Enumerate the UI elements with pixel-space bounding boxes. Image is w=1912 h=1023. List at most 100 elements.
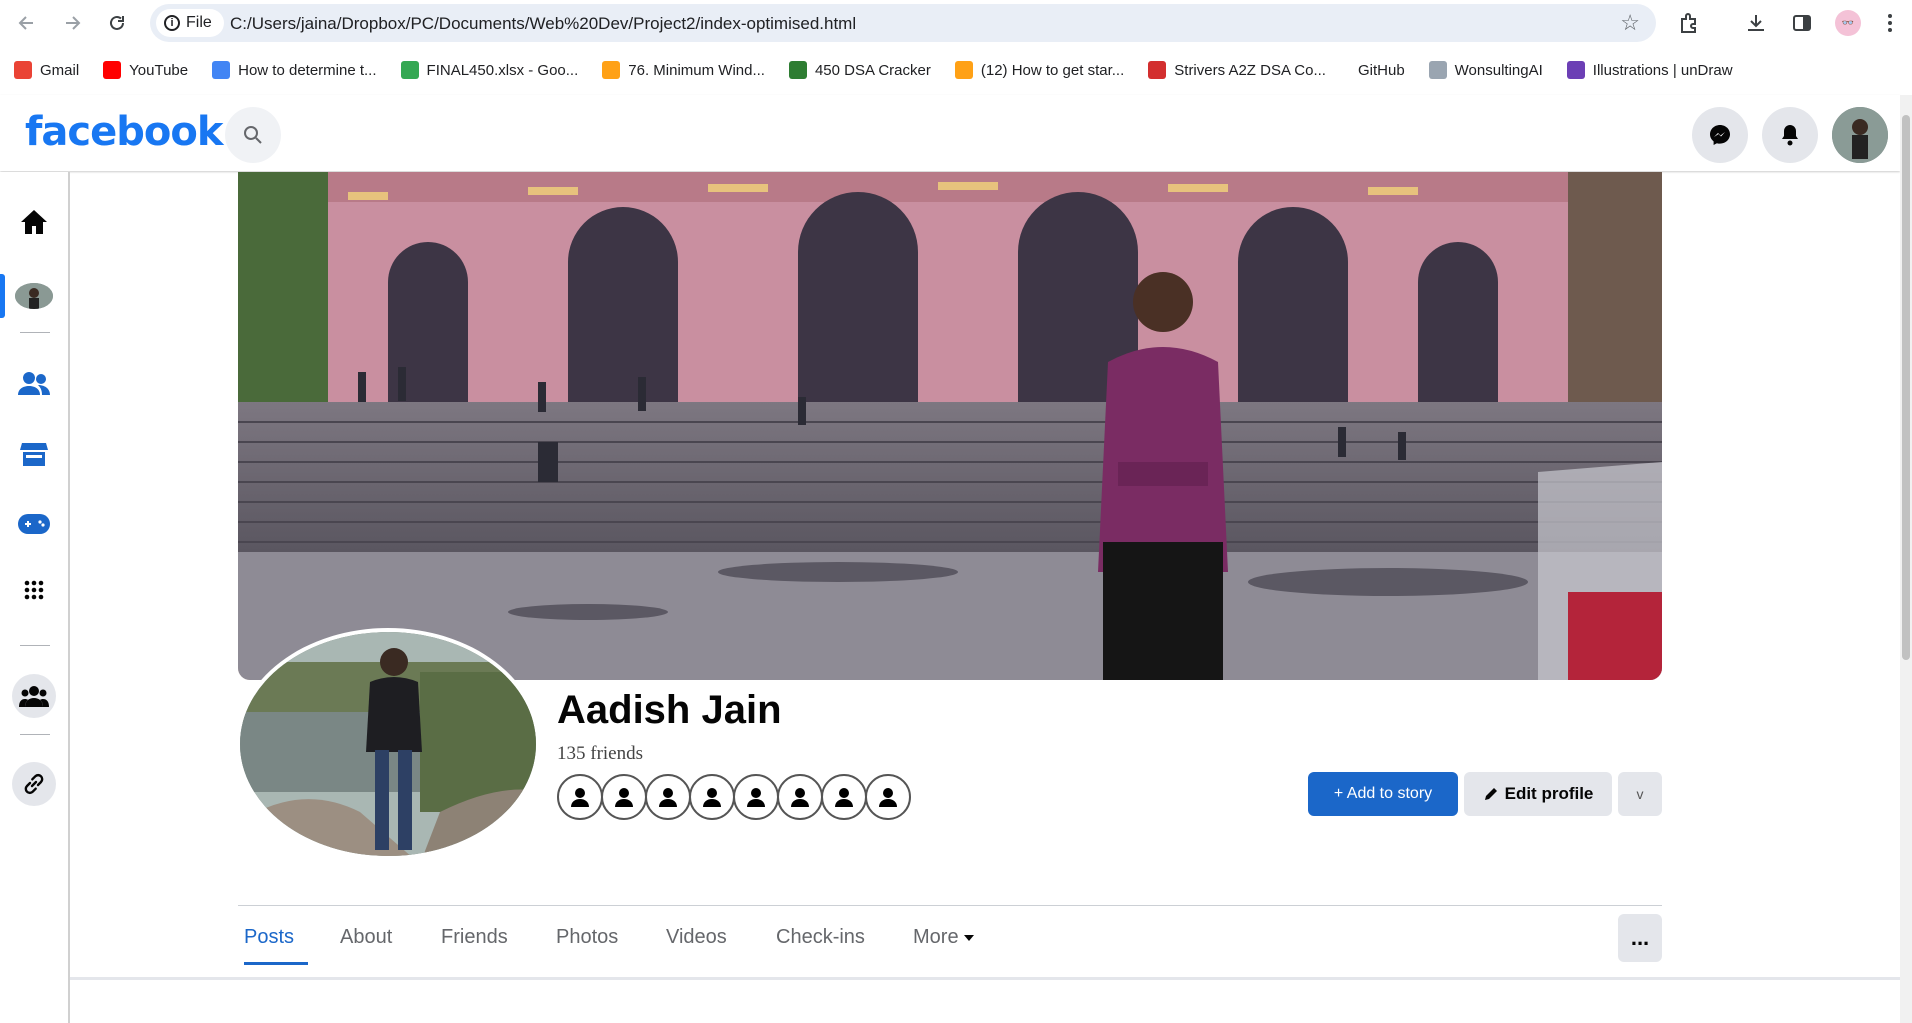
friends-button[interactable] bbox=[10, 360, 58, 408]
notifications-button[interactable] bbox=[1762, 107, 1818, 163]
bookmark-item[interactable]: GitHub bbox=[1350, 61, 1405, 79]
bookmark-item[interactable]: (12) How to get star... bbox=[954, 61, 1124, 79]
reload-button[interactable] bbox=[102, 8, 132, 38]
bookmark-label: 76. Minimum Wind... bbox=[628, 61, 765, 79]
tab-videos[interactable]: Videos bbox=[666, 926, 727, 949]
bookmark-item[interactable]: How to determine t... bbox=[212, 61, 377, 79]
friend-avatar[interactable] bbox=[601, 774, 647, 820]
bookmark-item[interactable]: Illustrations | unDraw bbox=[1566, 61, 1733, 79]
search-button[interactable] bbox=[225, 107, 281, 163]
tab-friends[interactable]: Friends bbox=[441, 926, 508, 949]
tab-more[interactable]: More bbox=[913, 926, 975, 949]
bookmark-item[interactable]: WonsultingAI bbox=[1428, 61, 1543, 79]
person-icon bbox=[879, 788, 897, 807]
bookmark-label: GitHub bbox=[1357, 61, 1405, 79]
scrollbar-thumb[interactable] bbox=[1902, 115, 1910, 660]
friend-avatar[interactable] bbox=[821, 774, 867, 820]
page-scrollbar[interactable] bbox=[1900, 95, 1912, 1023]
link-icon bbox=[24, 773, 44, 795]
pencil-icon bbox=[1484, 788, 1497, 800]
rail-divider bbox=[20, 734, 50, 735]
tab-about[interactable]: About bbox=[340, 926, 392, 949]
friend-avatar[interactable] bbox=[865, 774, 911, 820]
edit-profile-label: Edit profile bbox=[1504, 784, 1594, 803]
messenger-button[interactable] bbox=[1692, 107, 1748, 163]
browser-profile-avatar[interactable]: 👓 bbox=[1834, 9, 1862, 37]
store-icon bbox=[20, 443, 48, 466]
facebook-header: facebook bbox=[0, 95, 1900, 171]
forward-button[interactable] bbox=[57, 8, 87, 38]
person-icon bbox=[571, 788, 589, 807]
add-to-story-button[interactable]: + Add to story bbox=[1308, 772, 1458, 816]
arrow-right-icon bbox=[66, 16, 81, 30]
file-label: File bbox=[186, 14, 212, 31]
profile-options-button[interactable]: v bbox=[1618, 772, 1662, 816]
tab-label: More bbox=[913, 926, 959, 948]
marketplace-button[interactable] bbox=[10, 430, 58, 478]
bookmark-favicon-icon bbox=[1566, 61, 1585, 79]
friend-avatar[interactable] bbox=[557, 774, 603, 820]
bookmark-item[interactable]: Gmail bbox=[14, 61, 79, 79]
tabs-more-options-button[interactable]: ... bbox=[1618, 914, 1662, 962]
account-avatar[interactable] bbox=[1832, 107, 1888, 163]
bookmark-item[interactable]: FINAL450.xlsx - Goo... bbox=[400, 61, 578, 79]
bookmark-item[interactable]: Strivers A2Z DSA Co... bbox=[1148, 61, 1326, 79]
friend-avatars bbox=[557, 774, 911, 820]
bookmark-label: How to determine t... bbox=[238, 61, 377, 79]
home-button[interactable] bbox=[10, 198, 58, 246]
bookmark-label: Gmail bbox=[40, 61, 80, 79]
menu-grid-button[interactable] bbox=[10, 566, 58, 614]
extensions-icon[interactable] bbox=[1676, 9, 1704, 37]
friends-icon bbox=[18, 372, 50, 395]
left-nav-rail bbox=[0, 172, 70, 1023]
friend-avatar[interactable] bbox=[733, 774, 779, 820]
tab-posts[interactable]: Posts bbox=[244, 926, 308, 965]
bookmark-label: Illustrations | unDraw bbox=[1592, 61, 1733, 79]
groups-button[interactable] bbox=[10, 672, 58, 720]
active-indicator bbox=[0, 274, 5, 318]
bookmark-item[interactable]: 450 DSA Cracker bbox=[788, 61, 931, 79]
bookmark-item[interactable]: YouTube bbox=[103, 61, 188, 79]
download-icon[interactable] bbox=[1742, 9, 1770, 37]
browser-menu-icon[interactable] bbox=[1876, 9, 1904, 37]
friend-avatar[interactable] bbox=[645, 774, 691, 820]
person-icon bbox=[659, 788, 677, 807]
friend-avatar[interactable] bbox=[777, 774, 823, 820]
cover-image bbox=[238, 172, 1662, 680]
tab-photos[interactable]: Photos bbox=[556, 926, 618, 949]
friends-count[interactable]: 135 friends bbox=[557, 743, 643, 765]
active-tab-underline bbox=[244, 962, 308, 965]
person-icon bbox=[791, 788, 809, 807]
profile-image bbox=[240, 632, 536, 856]
bookmark-star-icon[interactable]: ☆ bbox=[1620, 10, 1640, 36]
friend-avatar[interactable] bbox=[689, 774, 735, 820]
bookmark-favicon-icon bbox=[788, 61, 807, 79]
tab-check-ins[interactable]: Check-ins bbox=[776, 926, 865, 949]
gaming-button[interactable] bbox=[10, 500, 58, 548]
bookmark-favicon-icon bbox=[1428, 61, 1447, 79]
links-button[interactable] bbox=[10, 760, 58, 808]
bookmark-favicon-icon bbox=[1148, 61, 1167, 79]
bookmark-favicon-icon bbox=[400, 61, 419, 79]
profile-picture[interactable] bbox=[236, 628, 540, 860]
reload-icon bbox=[110, 15, 124, 30]
back-button[interactable] bbox=[12, 8, 42, 38]
bookmark-label: 450 DSA Cracker bbox=[814, 61, 931, 79]
bookmark-item[interactable]: 76. Minimum Wind... bbox=[602, 61, 765, 79]
edit-profile-button[interactable]: Edit profile bbox=[1464, 772, 1612, 816]
site-info-chip[interactable]: i File bbox=[156, 9, 224, 37]
rail-divider bbox=[20, 332, 50, 333]
bookmark-label: Strivers A2Z DSA Co... bbox=[1174, 61, 1326, 79]
profile-name: Aadish Jain bbox=[557, 688, 782, 732]
profile-shortcut[interactable] bbox=[10, 272, 58, 320]
arrow-left-icon bbox=[18, 16, 33, 30]
grid-icon bbox=[24, 580, 44, 600]
tab-label: Posts bbox=[244, 926, 295, 948]
facebook-logo[interactable]: facebook bbox=[25, 109, 223, 155]
cover-photo[interactable] bbox=[238, 172, 1662, 680]
address-bar[interactable]: i File C:/Users/jaina/Dropbox/PC/Documen… bbox=[150, 4, 1656, 42]
url-text[interactable]: C:/Users/jaina/Dropbox/PC/Documents/Web%… bbox=[230, 14, 856, 34]
side-panel-icon[interactable] bbox=[1788, 9, 1816, 37]
tabs-divider bbox=[238, 905, 1662, 906]
messenger-icon bbox=[1710, 125, 1730, 145]
